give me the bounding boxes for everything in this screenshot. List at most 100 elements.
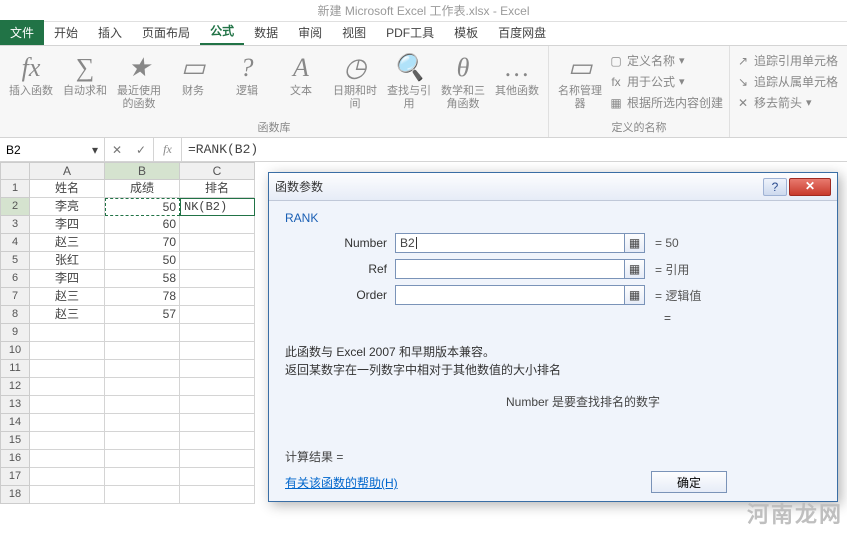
row-header[interactable]: 1 (0, 180, 30, 198)
row-header[interactable]: 6 (0, 270, 30, 288)
logic-button[interactable]: ?逻辑 (222, 49, 272, 111)
tab-baidu[interactable]: 百度网盘 (488, 20, 556, 45)
dialog-titlebar[interactable]: 函数参数 ? ✕ (269, 173, 837, 201)
cell[interactable] (30, 432, 105, 450)
cell[interactable] (180, 396, 255, 414)
name-box-input[interactable] (6, 143, 92, 157)
other-fn-button[interactable]: …其他函数 (492, 49, 542, 111)
tab-layout[interactable]: 页面布局 (132, 20, 200, 45)
row-header[interactable]: 16 (0, 450, 30, 468)
cell[interactable] (180, 288, 255, 306)
row-header[interactable]: 12 (0, 378, 30, 396)
autosum-button[interactable]: ∑自动求和 (60, 49, 110, 111)
cell[interactable]: 70 (105, 234, 180, 252)
cell[interactable] (180, 342, 255, 360)
cell[interactable] (30, 468, 105, 486)
insert-function-button[interactable]: fx插入函数 (6, 49, 56, 111)
tab-file[interactable]: 文件 (0, 20, 44, 45)
confirm-edit-button[interactable]: ✓ (129, 143, 153, 157)
col-header-c[interactable]: C (180, 162, 255, 180)
cell[interactable] (180, 216, 255, 234)
dialog-close-button[interactable]: ✕ (789, 178, 831, 196)
cell[interactable] (180, 468, 255, 486)
cell[interactable]: 姓名 (30, 180, 105, 198)
cell[interactable] (105, 342, 180, 360)
tab-insert[interactable]: 插入 (88, 20, 132, 45)
tab-view[interactable]: 视图 (332, 20, 376, 45)
arg-ref-input[interactable] (395, 259, 625, 279)
tab-data[interactable]: 数据 (244, 20, 288, 45)
function-help-link[interactable]: 有关该函数的帮助(H) (285, 474, 398, 491)
row-header[interactable]: 5 (0, 252, 30, 270)
row-header[interactable]: 4 (0, 234, 30, 252)
tab-start[interactable]: 开始 (44, 20, 88, 45)
text-button[interactable]: A文本 (276, 49, 326, 111)
cell[interactable]: 排名 (180, 180, 255, 198)
cell[interactable] (105, 360, 180, 378)
cell[interactable] (180, 252, 255, 270)
row-header[interactable]: 18 (0, 486, 30, 504)
cell[interactable]: 57 (105, 306, 180, 324)
arg-order-input[interactable] (395, 285, 625, 305)
cell[interactable]: 成绩 (105, 180, 180, 198)
trace-precedents-button[interactable]: ↗追踪引用单元格 (736, 51, 838, 70)
tab-formula[interactable]: 公式 (200, 18, 244, 45)
cell[interactable]: 赵三 (30, 288, 105, 306)
cell[interactable]: 58 (105, 270, 180, 288)
row-header[interactable]: 11 (0, 360, 30, 378)
arg-order-picker[interactable]: ▦ (625, 285, 645, 305)
arg-number-input[interactable]: B2 (395, 233, 625, 253)
cell[interactable] (105, 414, 180, 432)
cell[interactable]: 赵三 (30, 234, 105, 252)
create-from-selection-button[interactable]: ▦根据所选内容创建 (609, 93, 723, 112)
cell[interactable]: 张红 (30, 252, 105, 270)
cell[interactable] (30, 486, 105, 504)
fx-label-icon[interactable]: fx (154, 138, 182, 161)
cell[interactable]: 赵三 (30, 306, 105, 324)
cell[interactable] (180, 324, 255, 342)
tab-pdf[interactable]: PDF工具 (376, 20, 444, 45)
cell[interactable]: 50 (105, 252, 180, 270)
cell[interactable] (105, 432, 180, 450)
cell[interactable] (30, 396, 105, 414)
name-manager-button[interactable]: ▭名称管理器 (555, 49, 605, 112)
row-header[interactable]: 8 (0, 306, 30, 324)
cell[interactable] (180, 414, 255, 432)
remove-arrows-button[interactable]: ✕移去箭头 ▾ (736, 93, 838, 112)
math-button[interactable]: θ数学和三角函数 (438, 49, 488, 111)
trace-dependents-button[interactable]: ↘追踪从属单元格 (736, 72, 838, 91)
cell[interactable] (180, 360, 255, 378)
col-header-a[interactable]: A (30, 162, 105, 180)
cell[interactable] (105, 324, 180, 342)
cell[interactable]: 60 (105, 216, 180, 234)
cell[interactable] (180, 432, 255, 450)
row-header[interactable]: 17 (0, 468, 30, 486)
cell[interactable]: 李四 (30, 216, 105, 234)
recent-fn-button[interactable]: ★最近使用的函数 (114, 49, 164, 111)
cell[interactable]: 李亮 (30, 198, 105, 216)
row-header[interactable]: 2 (0, 198, 30, 216)
col-header-b[interactable]: B (105, 162, 180, 180)
row-header[interactable]: 15 (0, 432, 30, 450)
lookup-button[interactable]: 🔍查找与引用 (384, 49, 434, 111)
cell[interactable] (105, 378, 180, 396)
cell[interactable] (180, 306, 255, 324)
arg-ref-picker[interactable]: ▦ (625, 259, 645, 279)
row-header[interactable]: 10 (0, 342, 30, 360)
cell[interactable] (30, 324, 105, 342)
row-header[interactable]: 3 (0, 216, 30, 234)
row-header[interactable]: 9 (0, 324, 30, 342)
dialog-help-button[interactable]: ? (763, 178, 787, 196)
cell[interactable] (30, 360, 105, 378)
formula-bar[interactable]: =RANK(B2) (182, 138, 847, 161)
cell[interactable] (30, 414, 105, 432)
define-name-button[interactable]: ▢定义名称 ▾ (609, 51, 723, 70)
cell[interactable] (180, 270, 255, 288)
cell[interactable] (30, 450, 105, 468)
row-header[interactable]: 7 (0, 288, 30, 306)
cancel-edit-button[interactable]: ✕ (105, 143, 129, 157)
finance-button[interactable]: ▭财务 (168, 49, 218, 111)
name-box[interactable]: ▾ (0, 138, 105, 161)
cell[interactable]: 78 (105, 288, 180, 306)
cell[interactable]: 50 (105, 198, 180, 216)
